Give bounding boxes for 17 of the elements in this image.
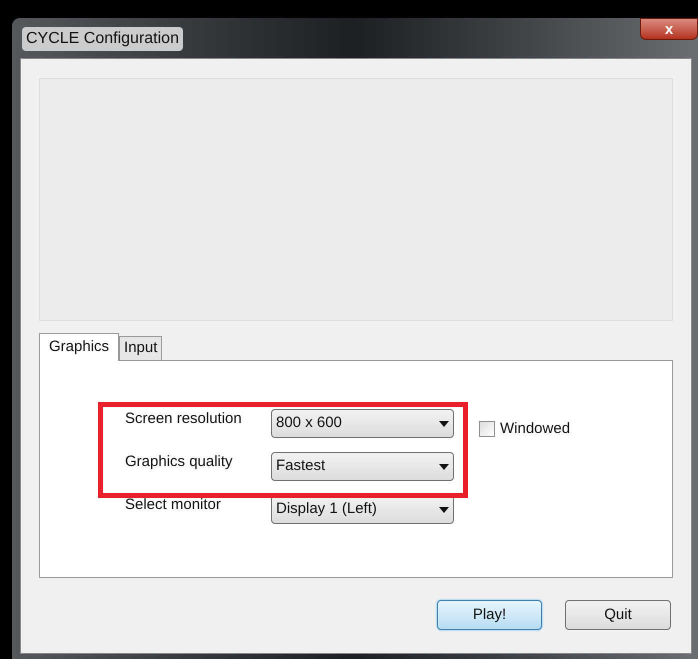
setting-label: Graphics quality [125, 452, 234, 472]
caret-icon [439, 464, 449, 470]
setting-label: Select monitor [125, 495, 222, 516]
caret-icon [439, 506, 449, 512]
dropdown[interactable]: Fastest [271, 452, 454, 481]
dialog-button[interactable]: Quit [565, 600, 671, 630]
window-title: CYCLE Configuration [22, 27, 183, 51]
setting-label: Screen resolution [125, 409, 243, 430]
dropdown[interactable]: Display 1 (Left) [271, 495, 454, 524]
caret-icon [439, 420, 449, 426]
dropdown[interactable]: 800 x 600 [271, 409, 454, 438]
checkbox[interactable] [479, 421, 495, 438]
tab[interactable]: Graphics [39, 333, 120, 361]
checkbox-label: Windowed [500, 419, 570, 439]
dialog-button[interactable]: Play! [437, 600, 542, 630]
close-button[interactable]: x [640, 18, 698, 40]
tab[interactable]: Input [119, 336, 162, 360]
